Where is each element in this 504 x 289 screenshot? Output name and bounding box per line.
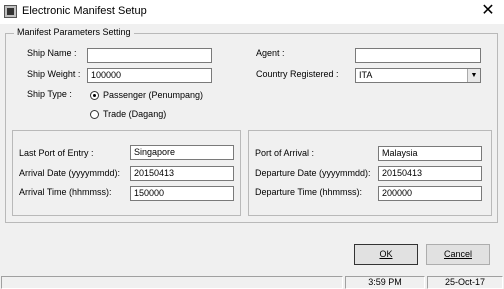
title-bar: Electronic Manifest Setup ✕	[0, 0, 504, 24]
ship-name-field[interactable]	[87, 48, 212, 63]
radio-trade[interactable]	[90, 110, 99, 119]
group-title: Manifest Parameters Setting	[14, 27, 134, 37]
chevron-down-icon[interactable]: ▼	[467, 69, 480, 82]
port-of-arrival-label: Port of Arrival :	[255, 148, 315, 158]
ok-button[interactable]: OK	[354, 244, 418, 265]
agent-label: Agent :	[256, 48, 285, 58]
radio-trade-label[interactable]: Trade (Dagang)	[103, 109, 166, 119]
window-title: Electronic Manifest Setup	[22, 5, 147, 17]
agent-field[interactable]	[355, 48, 481, 63]
ship-type-label: Ship Type :	[27, 89, 72, 99]
departure-date-label: Departure Date (yyyymmdd):	[255, 168, 371, 178]
close-button[interactable]: ✕	[478, 1, 498, 21]
last-port-label: Last Port of Entry :	[19, 148, 94, 158]
country-registered-label: Country Registered :	[256, 69, 339, 79]
ship-name-label: Ship Name :	[27, 48, 77, 58]
last-port-field[interactable]: Singapore	[130, 145, 234, 160]
cancel-button-label: Cancel	[443, 249, 472, 259]
cancel-button[interactable]: Cancel	[426, 244, 490, 265]
status-time: 3:59 PM	[345, 276, 425, 289]
departure-date-field[interactable]: 20150413	[378, 166, 482, 181]
app-icon	[4, 5, 17, 18]
arrival-time-field[interactable]: 150000	[130, 186, 234, 201]
port-of-arrival-field[interactable]: Malaysia	[378, 146, 482, 161]
country-registered-value: ITA	[359, 70, 373, 80]
departure-time-label: Departure Time (hhmmss):	[255, 187, 363, 197]
radio-passenger[interactable]	[90, 91, 99, 100]
status-panel-main	[1, 276, 343, 289]
departure-time-field[interactable]: 200000	[378, 186, 482, 201]
country-registered-select[interactable]: ITA ▼	[355, 68, 481, 83]
close-icon: ✕	[481, 2, 495, 19]
arrival-date-field[interactable]: 20150413	[130, 166, 234, 181]
ship-weight-label: Ship Weight :	[27, 69, 81, 79]
ship-weight-field[interactable]: 100000	[87, 68, 212, 83]
arrival-date-label: Arrival Date (yyyymmdd):	[19, 168, 121, 178]
arrival-time-label: Arrival Time (hhmmss):	[19, 187, 112, 197]
radio-passenger-label[interactable]: Passenger (Penumpang)	[103, 90, 203, 100]
status-date: 25-Oct-17	[427, 276, 503, 289]
ok-button-label: OK	[379, 249, 393, 259]
